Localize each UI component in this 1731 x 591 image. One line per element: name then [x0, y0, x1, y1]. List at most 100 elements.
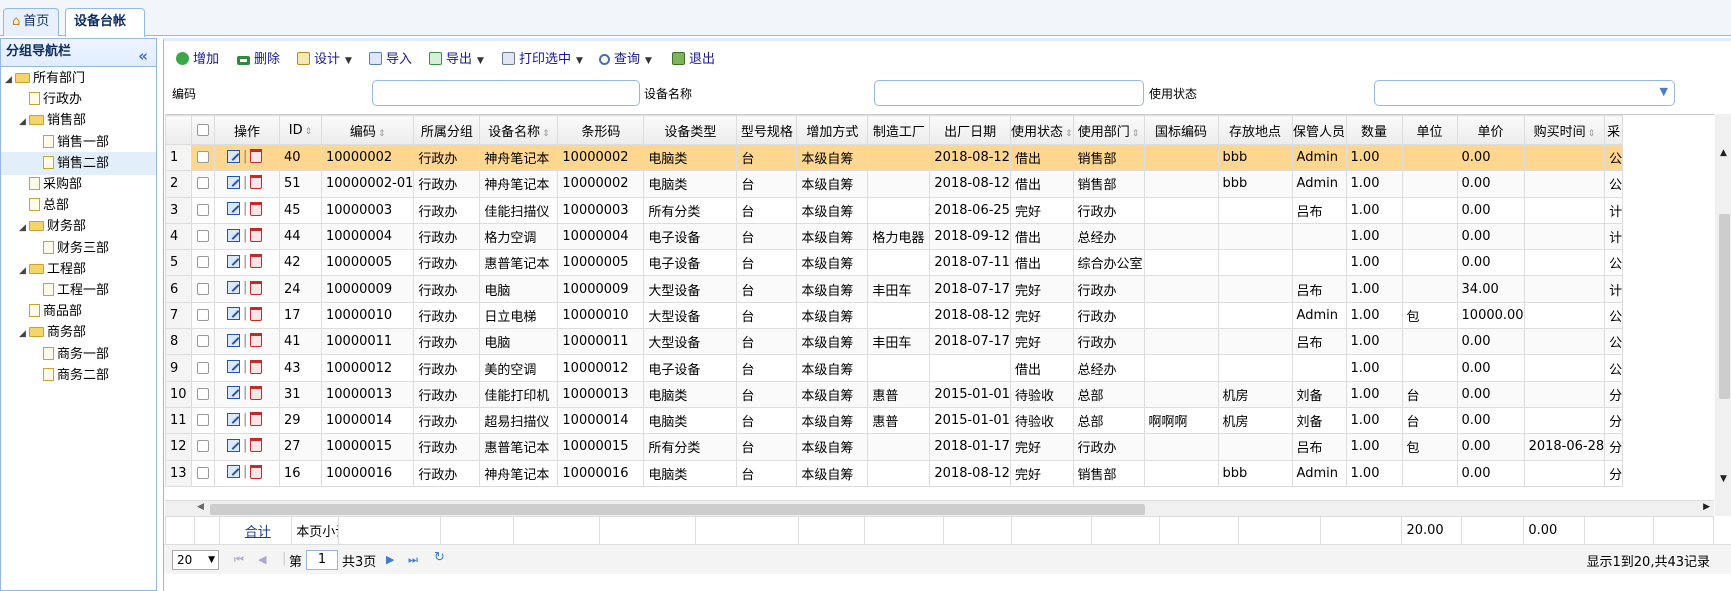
select-all-checkbox[interactable]: [197, 123, 209, 136]
trash-icon[interactable]: [250, 385, 263, 400]
print-selected-button[interactable]: 打印选中 ▼: [502, 50, 583, 70]
table-row[interactable]: 1 | 40 10000002 行政办 神舟笔记本 10000002 电脑类台本级自筹 2018…: [165, 143, 1624, 172]
trash-icon[interactable]: [250, 280, 263, 295]
trash-icon[interactable]: [250, 228, 263, 243]
tree-item[interactable]: 商务二部: [1, 364, 156, 387]
trash-icon[interactable]: [250, 438, 263, 453]
row-checkbox[interactable]: [197, 308, 209, 321]
tree-item[interactable]: 总部: [1, 194, 156, 217]
column-header[interactable]: 购买时间 ⇕: [1523, 115, 1606, 145]
row-checkbox[interactable]: [197, 256, 209, 269]
column-header[interactable]: 存放地点: [1217, 115, 1293, 145]
column-header[interactable]: 使用状态 ⇕: [1009, 115, 1074, 145]
column-header[interactable]: 设备类型: [643, 115, 738, 145]
column-header[interactable]: 单位: [1401, 115, 1458, 145]
table-row[interactable]: 8 | 41 10000011 行政办 电脑 10000011 大型设备台本级自筹 丰田车 201…: [165, 328, 1624, 356]
column-header[interactable]: 设备名称 ⇕: [479, 115, 559, 145]
tree-item[interactable]: 商务一部: [1, 343, 156, 366]
first-page-icon[interactable]: ⏮: [234, 553, 244, 567]
sort-icon[interactable]: ⇕: [1065, 129, 1072, 139]
column-header[interactable]: 采: [1604, 115, 1624, 145]
design-button[interactable]: 设计 ▼: [297, 50, 352, 70]
table-row[interactable]: 6 | 24 10000009 行政办 电脑 10000009 大型设备台本级自筹 丰田车 201…: [165, 275, 1624, 303]
row-checkbox[interactable]: [197, 282, 209, 295]
edit-icon[interactable]: [227, 228, 240, 242]
edit-icon[interactable]: [227, 202, 240, 216]
table-row[interactable]: 3 | 45 10000003 行政办 佳能扫描仪 10000003 所有分类台本级自筹 201…: [165, 196, 1624, 224]
column-header[interactable]: 增加方式: [796, 115, 869, 145]
horizontal-scrollbar[interactable]: ◀ ▶: [165, 500, 1714, 516]
edit-icon[interactable]: [227, 465, 240, 479]
sort-icon[interactable]: ⇕: [1588, 129, 1596, 139]
row-checkbox[interactable]: [197, 440, 209, 453]
edit-icon[interactable]: [227, 412, 240, 426]
table-row[interactable]: 12 | 27 10000015 行政办 惠普笔记本 10000015 所有分类台本级自筹 20…: [165, 433, 1624, 461]
sort-icon[interactable]: ⇕: [378, 129, 386, 139]
column-header[interactable]: 国标编码: [1143, 115, 1219, 145]
edit-icon[interactable]: [227, 360, 240, 374]
column-header[interactable]: 使用部门 ⇕: [1072, 115, 1145, 145]
scroll-right-icon[interactable]: ▶: [1703, 502, 1710, 512]
column-header[interactable]: 制造工厂: [867, 115, 931, 145]
prev-page-icon[interactable]: ◀: [258, 553, 266, 566]
scroll-up-icon[interactable]: ▲: [1720, 148, 1727, 158]
next-page-icon[interactable]: ▶: [386, 553, 394, 566]
tab-equipment-ledger[interactable]: 设备台帐×: [65, 8, 145, 54]
column-header[interactable]: 保管人员: [1291, 115, 1347, 145]
column-header[interactable]: ID ⇕: [279, 115, 322, 145]
column-header[interactable]: 型号规格: [736, 115, 798, 145]
delete-button[interactable]: 删除: [237, 50, 280, 70]
last-page-icon[interactable]: ⏭: [408, 553, 418, 567]
total-link[interactable]: 合计: [245, 525, 271, 540]
trash-icon[interactable]: [250, 149, 263, 164]
table-row[interactable]: 2 | 51 10000002-01 行政办 神舟笔记本 10000002 电脑类台本级自筹 2…: [165, 170, 1624, 198]
vertical-scrollbar[interactable]: ▲ ▼: [1715, 114, 1731, 516]
table-row[interactable]: 11 | 29 10000014 行政办 超易扫描仪 10000014 电脑类台本级自筹 惠普 2…: [165, 406, 1624, 435]
tree-item[interactable]: ◢ 销售部: [1, 109, 156, 132]
table-row[interactable]: 13 | 16 10000016 行政办 神舟笔记本 10000016 电脑类台本级自筹 201…: [165, 459, 1624, 487]
tree-item[interactable]: 采购部: [1, 173, 156, 196]
row-checkbox[interactable]: [197, 466, 209, 479]
table-row[interactable]: 5 | 42 10000005 行政办 惠普笔记本 10000005 电子设备台本级自筹 201…: [165, 249, 1624, 277]
row-checkbox[interactable]: [197, 203, 209, 216]
edit-icon[interactable]: [227, 175, 240, 189]
refresh-icon[interactable]: ↻: [434, 550, 445, 565]
column-header[interactable]: 单价: [1456, 115, 1525, 145]
sort-icon[interactable]: ⇕: [1132, 129, 1140, 139]
row-checkbox[interactable]: [197, 335, 209, 348]
tree-item[interactable]: 销售一部: [1, 131, 156, 154]
scroll-down-icon[interactable]: ▼: [1720, 474, 1727, 484]
edit-icon[interactable]: [227, 386, 240, 400]
tree-item[interactable]: ◢ 工程部: [1, 258, 156, 281]
row-checkbox[interactable]: [197, 230, 209, 243]
horizontal-scroll-thumb[interactable]: [210, 504, 1145, 515]
tree-item[interactable]: ◢ 财务部: [1, 215, 156, 238]
tree-item[interactable]: ◢ 所有部门: [1, 67, 156, 90]
usage-status-select[interactable]: ▼: [1374, 80, 1675, 106]
collapse-icon[interactable]: «: [138, 43, 148, 69]
column-header[interactable]: 操作: [214, 115, 280, 145]
sort-icon[interactable]: ⇕: [305, 127, 313, 137]
row-checkbox[interactable]: [197, 414, 209, 427]
edit-icon[interactable]: [227, 254, 240, 268]
add-button[interactable]: 增加: [176, 50, 219, 70]
row-checkbox[interactable]: [197, 177, 209, 190]
tab-home[interactable]: ⌂ 首页: [3, 8, 59, 36]
page-size-select[interactable]: 20 ▼: [172, 550, 219, 570]
tree-item[interactable]: 商品部: [1, 300, 156, 323]
column-header[interactable]: 出厂日期: [929, 115, 1011, 145]
trash-icon[interactable]: [250, 412, 263, 427]
device-name-input[interactable]: [874, 80, 1144, 106]
page-number-input[interactable]: 1: [306, 550, 338, 570]
table-row[interactable]: 9 | 43 10000012 行政办 美的空调 10000012 电子设备台本级自筹 借出 总经…: [165, 354, 1624, 382]
exit-button[interactable]: 退出: [672, 50, 715, 70]
table-row[interactable]: 10 | 31 10000013 行政办 佳能打印机 10000013 电脑类台本级自筹 惠普 2…: [165, 380, 1624, 408]
edit-icon[interactable]: [227, 438, 240, 452]
tree-item[interactable]: ◢ 商务部: [1, 321, 156, 344]
edit-icon[interactable]: [227, 307, 240, 321]
scroll-left-icon[interactable]: ◀: [197, 502, 204, 512]
trash-icon[interactable]: [250, 464, 263, 479]
row-checkbox[interactable]: [197, 151, 209, 164]
table-row[interactable]: 7 | 17 10000010 行政办 日立电梯 10000010 大型设备台本级自筹 2018…: [165, 301, 1624, 330]
column-header[interactable]: 所属分组: [413, 115, 481, 145]
